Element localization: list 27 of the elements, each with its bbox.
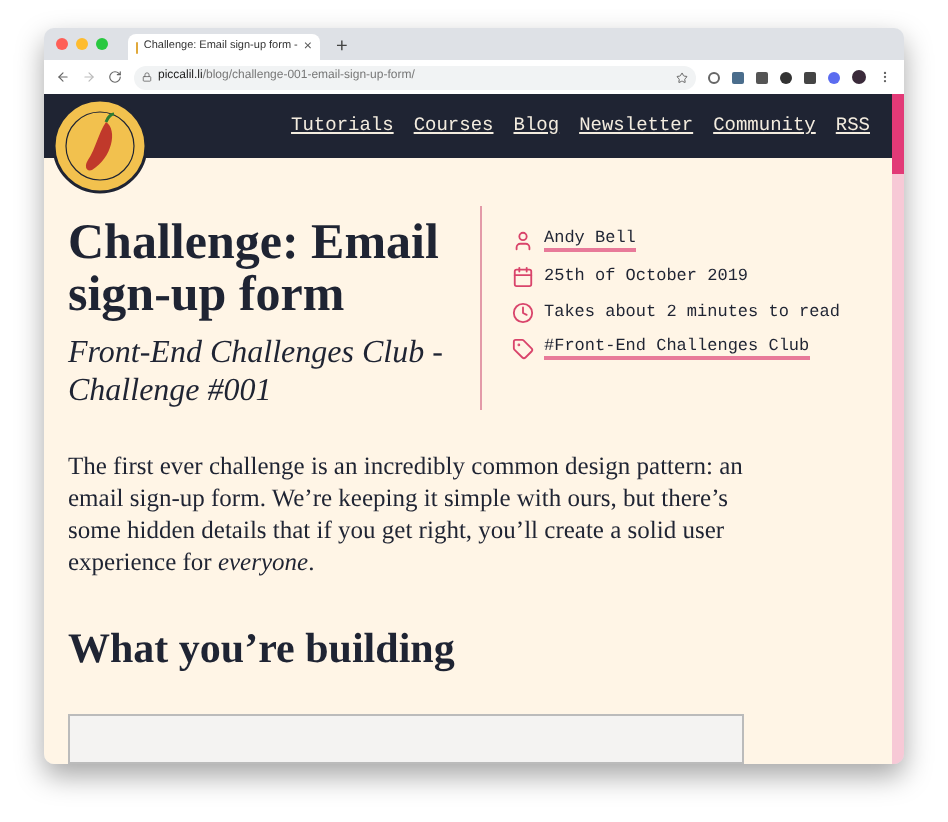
article-title: Challenge: Email sign-up form bbox=[68, 218, 441, 322]
person-icon bbox=[512, 229, 534, 251]
meta-link[interactable]: Andy Bell bbox=[544, 228, 636, 252]
scrollbar[interactable] bbox=[892, 94, 904, 764]
nav-link[interactable]: Tutorials bbox=[291, 111, 394, 141]
meta-text: Takes about 2 minutes to read bbox=[544, 300, 840, 324]
logo-icon[interactable] bbox=[52, 98, 148, 194]
back-icon[interactable] bbox=[56, 70, 70, 84]
reload-icon[interactable] bbox=[108, 70, 122, 84]
lock-icon bbox=[142, 72, 152, 82]
menu-icon[interactable] bbox=[878, 70, 892, 84]
meta-text: 25th of October 2019 bbox=[544, 264, 749, 288]
clock-icon bbox=[512, 301, 534, 323]
nav-link[interactable]: Blog bbox=[513, 111, 560, 141]
nav-link[interactable]: Newsletter bbox=[579, 111, 694, 141]
article-subtitle: Front-End Challenges Club - Challenge #001 bbox=[68, 334, 445, 410]
nav-link[interactable]: Courses bbox=[413, 111, 494, 141]
bookmark-star-icon[interactable] bbox=[676, 71, 688, 83]
meta-link[interactable]: #Front-End Challenges Club bbox=[544, 336, 810, 360]
calendar-icon bbox=[512, 265, 534, 287]
profile-avatar[interactable] bbox=[852, 70, 866, 84]
nav-link[interactable]: Community bbox=[713, 111, 816, 141]
tag-icon bbox=[512, 337, 534, 359]
nav-link[interactable]: RSS bbox=[835, 111, 870, 141]
intro-paragraph: The first ever challenge is an incredibly common design pattern: an email sign-up form. We’re keeping it simple with ours, but there’s some hidden details that if you get right, you’ll create a solid user experience for everyone. bbox=[68, 450, 745, 578]
section-heading: What you’re building bbox=[68, 622, 457, 676]
new-tab-button[interactable]: + bbox=[336, 34, 348, 60]
